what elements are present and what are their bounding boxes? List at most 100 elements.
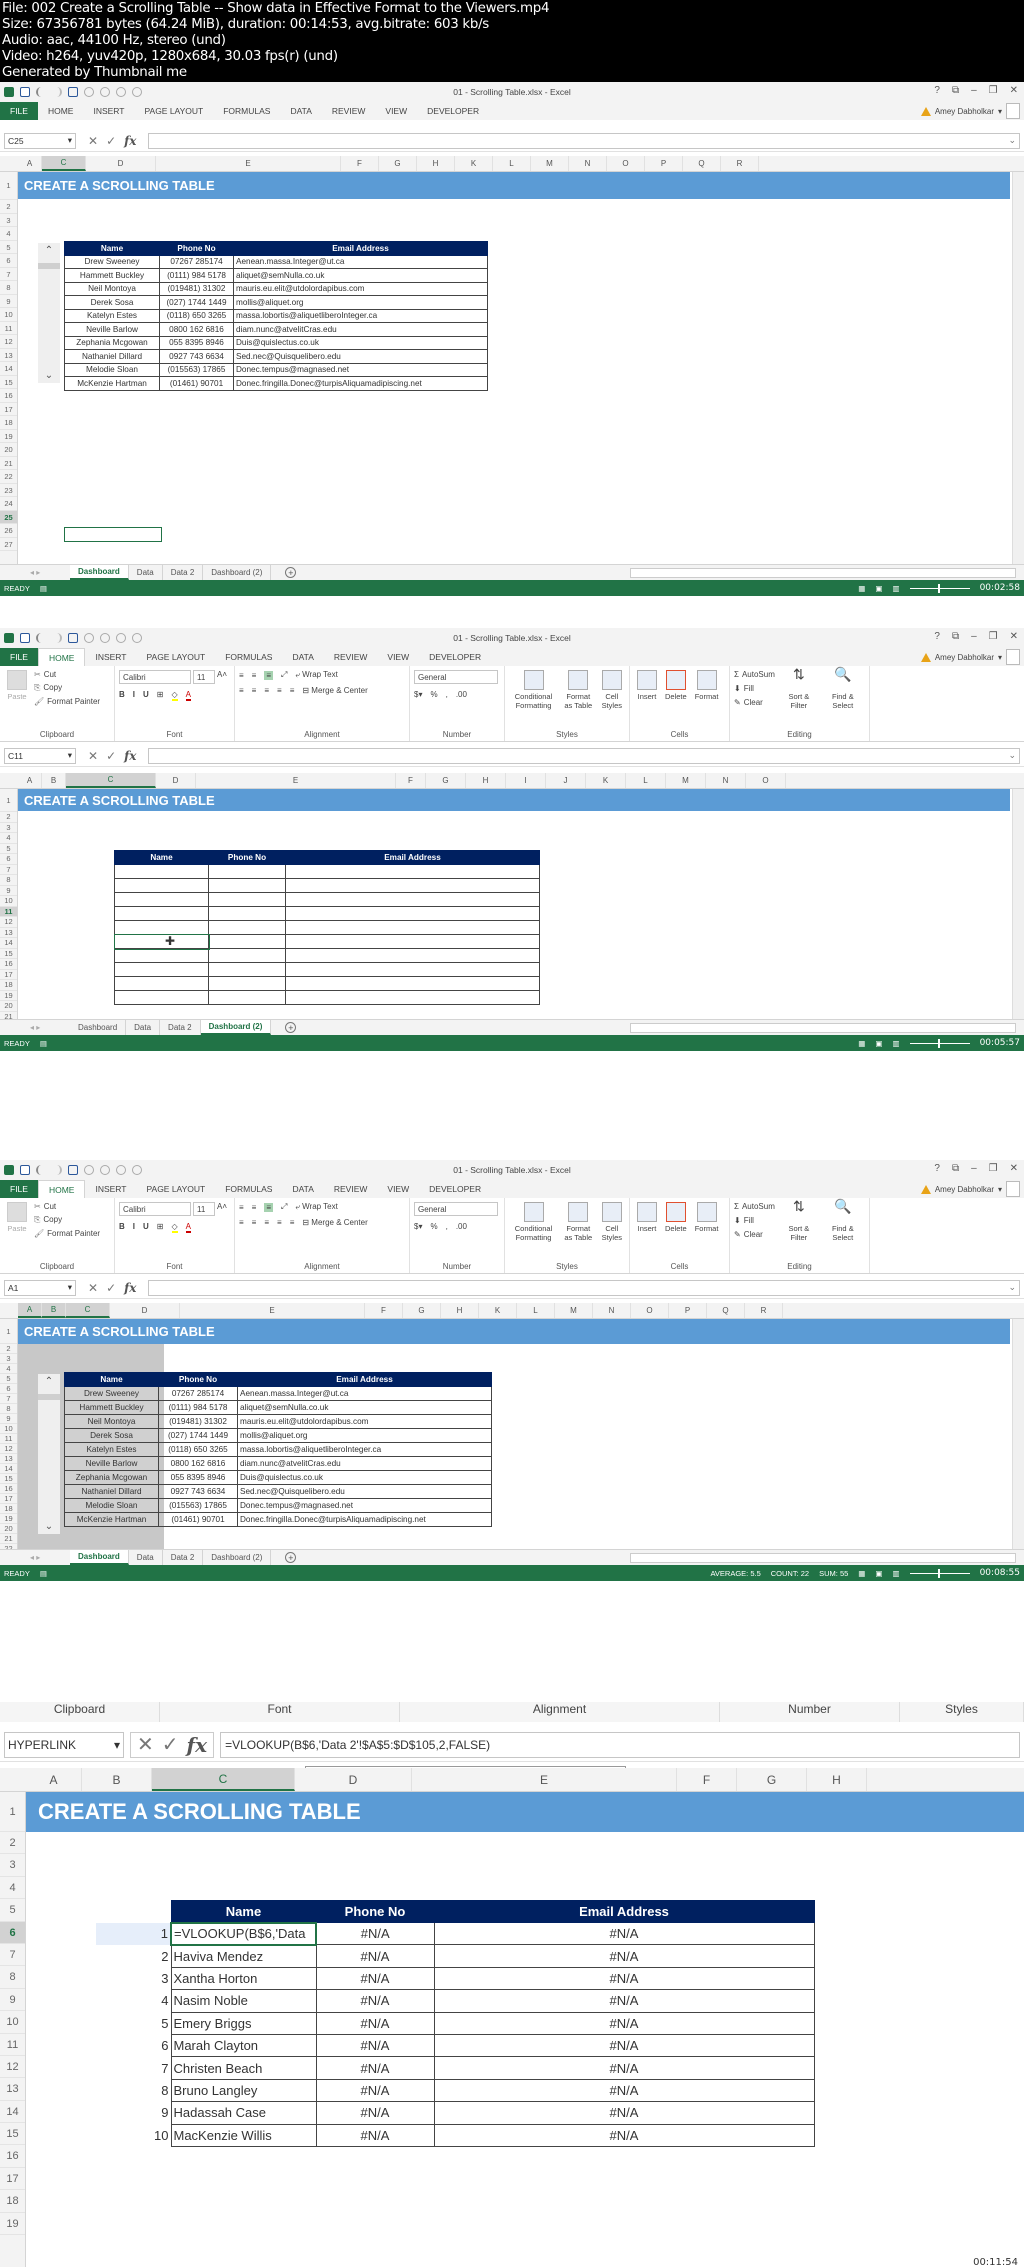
form-icon[interactable]	[68, 86, 78, 97]
row-header-7[interactable]: 7	[0, 1394, 17, 1404]
tab-view[interactable]: VIEW	[375, 102, 417, 120]
sheet-tab-data[interactable]: Data	[129, 565, 163, 580]
email-cell[interactable]: aliquet@semNulla.co.uk	[237, 1400, 492, 1415]
row-header-5[interactable]: 5	[0, 1374, 17, 1384]
formula-input[interactable]: ⌄	[148, 747, 1020, 764]
insert-cells-button[interactable]: Insert	[634, 1202, 660, 1259]
row-header-17[interactable]: 17	[0, 970, 17, 980]
column-header-o[interactable]: O	[607, 156, 645, 171]
align-right-icon[interactable]: ≡	[264, 1218, 269, 1227]
name-cell[interactable]: Neville Barlow	[64, 1456, 159, 1471]
italic-button[interactable]: I	[133, 1222, 135, 1233]
column-header-j[interactable]: J	[546, 773, 586, 788]
name-box[interactable]: C25 ▾	[4, 132, 76, 149]
sheet-tab-dashboard[interactable]: Dashboard	[70, 565, 129, 580]
row-header-13[interactable]: 13	[0, 2078, 25, 2101]
zoom-slider[interactable]	[909, 1568, 970, 1578]
column-header-r[interactable]: R	[745, 1303, 783, 1318]
tab-home[interactable]: HOME	[37, 648, 86, 666]
qat-circle-icon[interactable]	[100, 632, 110, 643]
fill-button[interactable]: ⬇ Fill	[734, 1216, 775, 1225]
index-cell[interactable]: 4	[96, 1990, 171, 2012]
phone-cell[interactable]: #N/A	[315, 2078, 435, 2103]
underline-button[interactable]: U	[143, 1222, 149, 1233]
page-break-view-icon[interactable]: ▥	[892, 1039, 899, 1048]
redo-icon[interactable]	[52, 632, 62, 643]
align-center-icon[interactable]: ≡	[252, 686, 257, 695]
sheet-tab-dashboard2[interactable]: Dashboard (2)	[203, 1550, 272, 1565]
column-header-e[interactable]: E	[196, 773, 396, 788]
phone-cell[interactable]: 0927 743 6634	[158, 1484, 238, 1499]
insert-function-icon[interactable]: fx	[124, 749, 136, 763]
cancel-icon[interactable]: ✕	[88, 1281, 98, 1295]
horizontal-scrollbar[interactable]	[630, 1553, 1016, 1563]
normal-view-icon[interactable]: ▦	[858, 584, 865, 593]
row-header-27[interactable]: 27	[0, 538, 17, 551]
cell-styles-button[interactable]: Cell Styles	[599, 670, 625, 727]
phone-cell[interactable]: #N/A	[315, 1989, 435, 2013]
align-top-icon[interactable]: ≡	[239, 671, 244, 680]
name-cell[interactable]: Zephania Mcgowan	[64, 1470, 159, 1485]
column-header-d[interactable]: D	[86, 156, 156, 171]
expand-formula-icon[interactable]: ⌄	[1008, 1282, 1016, 1293]
phone-cell[interactable]: 055 8395 8946	[158, 1470, 238, 1485]
email-cell[interactable]	[285, 948, 540, 963]
sheet-tab-dashboard[interactable]: Dashboard	[70, 1020, 127, 1035]
email-cell[interactable]: Duis@quislectus.co.uk	[233, 335, 488, 350]
row-header-14[interactable]: 14	[0, 938, 17, 949]
row-header-20[interactable]: 20	[0, 1001, 17, 1012]
name-cell[interactable]: Melodie Sloan	[64, 362, 160, 377]
enter-icon[interactable]: ✓	[162, 1732, 179, 1757]
name-cell[interactable]	[114, 906, 209, 921]
qat-circle-icon[interactable]	[132, 1164, 142, 1175]
format-cells-button[interactable]: Format	[692, 670, 722, 727]
phone-cell[interactable]: (015563) 17865	[158, 1498, 238, 1513]
row-header-21[interactable]: 21	[0, 457, 17, 470]
column-header-c[interactable]: C	[42, 156, 86, 171]
increase-indent-icon[interactable]: ≡	[290, 686, 295, 695]
email-cell[interactable]: #N/A	[433, 2078, 815, 2103]
row-header-17[interactable]: 17	[0, 1494, 17, 1504]
worksheet-grid[interactable]: 1234567891011121314151617181920212223CRE…	[0, 789, 1024, 1043]
minimize-icon[interactable]: –	[971, 85, 977, 96]
row-header-2[interactable]: 2	[0, 1344, 17, 1354]
email-cell[interactable]	[285, 906, 540, 921]
sort-filter-button[interactable]: ⇅ Sort & Filter	[779, 667, 819, 727]
email-cell[interactable]: #N/A	[433, 2033, 815, 2058]
name-cell[interactable]: MacKenzie Willis	[170, 2123, 317, 2147]
help-icon[interactable]: ?	[934, 1163, 940, 1174]
column-header-a[interactable]: A	[18, 1303, 42, 1318]
worksheet-grid[interactable]: 1234567891011121314151617181920212223CRE…	[0, 1319, 1024, 1564]
row-header-1[interactable]: 1	[0, 1792, 25, 1832]
email-cell[interactable]: Sed.nec@Quisquelibero.edu	[233, 349, 488, 364]
tab-insert[interactable]: INSERT	[83, 102, 134, 120]
row-header-9[interactable]: 9	[0, 1414, 17, 1424]
phone-cell[interactable]: (0111) 984 5178	[159, 268, 234, 283]
align-left-icon[interactable]: ≡	[239, 686, 244, 695]
email-cell[interactable]: #N/A	[433, 2056, 815, 2080]
row-header-20[interactable]: 20	[0, 443, 17, 457]
row-header-10[interactable]: 10	[0, 1424, 17, 1434]
name-cell[interactable]: Hadassah Case	[170, 2101, 317, 2125]
column-header-c[interactable]: C	[66, 773, 156, 788]
row-header-19[interactable]: 19	[0, 2213, 25, 2236]
phone-cell[interactable]	[208, 920, 286, 935]
row-header-10[interactable]: 10	[0, 308, 17, 322]
restore-icon[interactable]: ❐	[989, 1163, 998, 1174]
column-header-d[interactable]: D	[295, 1768, 412, 1791]
column-header-f[interactable]: F	[365, 1303, 403, 1318]
phone-cell[interactable]: #N/A	[315, 1966, 435, 1991]
form-icon[interactable]	[68, 632, 78, 643]
name-cell[interactable]: McKenzie Hartman	[64, 376, 160, 391]
minimize-icon[interactable]: –	[971, 1163, 977, 1174]
phone-cell[interactable]	[208, 948, 286, 963]
index-cell[interactable]: 7	[96, 2057, 171, 2079]
row-header-11[interactable]: 11	[0, 906, 17, 917]
phone-cell[interactable]	[208, 892, 286, 907]
close-icon[interactable]: ✕	[1010, 1163, 1018, 1174]
comma-button[interactable]: ,	[446, 1222, 448, 1231]
column-header-b[interactable]: B	[42, 773, 66, 788]
phone-cell[interactable]: (0118) 650 3265	[158, 1442, 238, 1457]
row-header-6[interactable]: 6	[0, 1921, 25, 1944]
fill-color-icon[interactable]: ◇	[171, 690, 178, 701]
